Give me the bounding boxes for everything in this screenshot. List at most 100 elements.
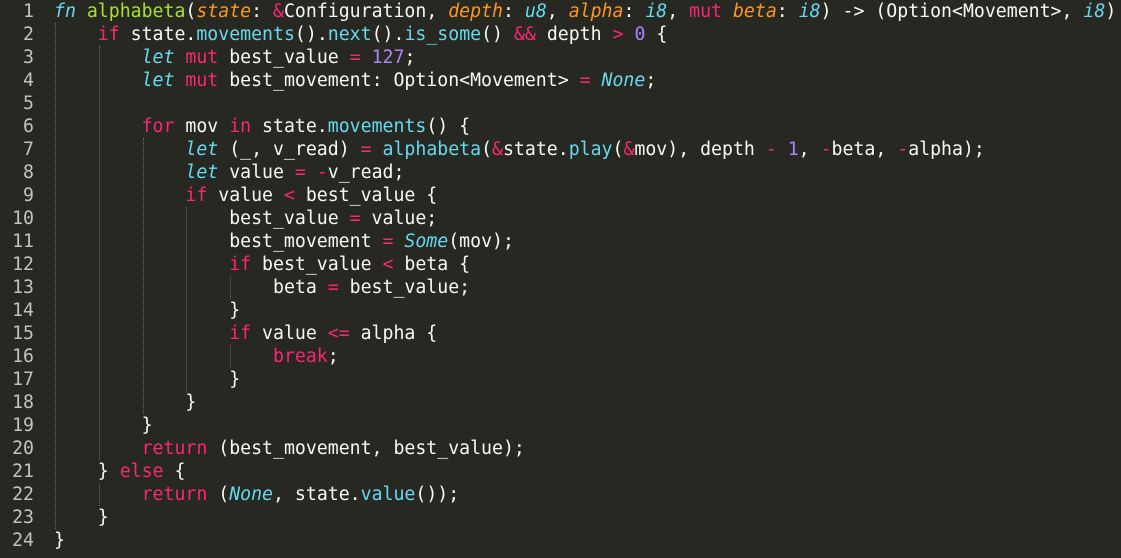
code-text: best_movement = Some(mov); [229, 230, 514, 253]
code-token: ( [207, 484, 230, 505]
code-text: let mut best_movement: Option<Movement> … [142, 69, 657, 92]
code-line[interactable]: 17} [0, 368, 1121, 391]
code-line[interactable]: 16 break; [0, 345, 1121, 368]
code-line[interactable]: 8 let value = -v_read; [0, 161, 1121, 184]
code-text: let mut best_value = 127; [142, 46, 416, 69]
code-line[interactable]: 21} else { [0, 460, 1121, 483]
code-token: } [97, 461, 120, 482]
code-text: return (best_movement, best_value); [142, 437, 525, 460]
code-token: let [141, 47, 175, 68]
code-text: } [142, 414, 153, 437]
indent-guide [98, 483, 100, 506]
code-token: () [481, 24, 514, 45]
code-token: best_movement: Option<Movement> [218, 70, 580, 91]
code-token: ( [185, 1, 197, 22]
line-number: 23 [12, 507, 34, 528]
code-line[interactable]: 10 best_value = value; [0, 207, 1121, 230]
indent-guide [186, 207, 188, 391]
code-token: best_value [229, 208, 350, 229]
code-token: ( [612, 139, 624, 160]
code-token: (mov); [448, 231, 514, 252]
code-token: mut [689, 1, 723, 22]
code-line[interactable]: 19} [0, 414, 1121, 437]
code-editor[interactable]: 1 fn alphabeta(state: &Configuration, dep… [0, 0, 1121, 558]
code-token: alpha [568, 1, 624, 22]
code-token: i8 [645, 1, 668, 22]
code-line[interactable]: 12 if best_value < beta { [0, 253, 1121, 276]
code-line[interactable]: 1 fn alphabeta(state: &Configuration, dep… [0, 0, 1121, 23]
code-line[interactable]: 6 for mov in state.movements() { [0, 115, 1121, 138]
code-line[interactable]: 20 return (best_movement, best_value); [0, 437, 1121, 460]
line-number: 20 [12, 438, 34, 459]
indent-guide [230, 345, 232, 368]
code-text: return (None, state.value()); [142, 483, 460, 506]
code-line[interactable]: 18} [0, 391, 1121, 414]
code-token: (). [371, 24, 405, 45]
code-token: next [327, 24, 372, 45]
code-token: (best_movement, best_value); [207, 438, 525, 459]
code-token: mut [185, 47, 219, 68]
code-line[interactable]: 22 return (None, state.value()); [0, 483, 1121, 506]
code-token: beta [273, 277, 328, 298]
code-line[interactable]: 23} [0, 506, 1121, 529]
code-token: < [283, 185, 295, 206]
code-token: 0 [634, 24, 646, 45]
code-token: , [667, 1, 690, 22]
line-number: 18 [12, 392, 34, 413]
code-token: for [141, 116, 175, 137]
code-line[interactable]: 13 beta = best_value; [0, 276, 1121, 299]
code-token: , [546, 1, 569, 22]
code-line[interactable]: 14} [0, 299, 1121, 322]
code-line[interactable]: 3 let mut best_value = 127; [0, 46, 1121, 69]
code-token: - [316, 162, 328, 183]
code-token: Some [404, 231, 449, 252]
code-token: return [141, 484, 208, 505]
code-line[interactable]: 4 let mut best_movement: Option<Movement>… [0, 69, 1121, 92]
code-token: mov [174, 116, 230, 137]
code-token: = [349, 208, 361, 229]
code-line[interactable]: 2 if state.movements().next().is_some() &… [0, 23, 1121, 46]
code-token: = [382, 231, 394, 252]
code-token: if [185, 185, 208, 206]
code-token: v_read; [327, 162, 405, 183]
code-token: best_value { [294, 185, 438, 206]
code-line[interactable]: 7 let (_, v_read) = alphabeta(&state.play… [0, 138, 1121, 161]
code-token: = [349, 47, 361, 68]
code-token: best_movement [229, 231, 383, 252]
code-token: } [229, 300, 241, 321]
indent-guide [98, 46, 100, 460]
code-token: state. [119, 24, 197, 45]
line-number: 9 [23, 185, 34, 206]
code-line[interactable]: 5 [0, 92, 1121, 115]
line-number: 10 [12, 208, 34, 229]
code-line[interactable]: 9 if value < best_value { [0, 184, 1121, 207]
code-line[interactable]: 11 best_movement = Some(mov); [0, 230, 1121, 253]
code-token: state [196, 1, 252, 22]
code-token: ; [404, 47, 416, 68]
code-token: state. [251, 116, 328, 137]
code-token: = [579, 70, 591, 91]
code-text: } [229, 368, 240, 391]
code-token: ()); [415, 484, 460, 505]
code-token: 1 [787, 139, 799, 160]
code-token: depth [448, 1, 503, 22]
code-token: movements [196, 24, 295, 45]
code-line[interactable]: 15 if value <= alpha { [0, 322, 1121, 345]
code-line[interactable]: 24} [0, 529, 1121, 552]
line-number: 6 [23, 116, 34, 137]
code-token: & [623, 139, 635, 160]
code-token: best_value [251, 254, 383, 275]
code-token: mut [185, 70, 219, 91]
code-token: value [218, 162, 295, 183]
code-text: best_value = value; [229, 207, 437, 230]
code-token: break [273, 346, 328, 367]
code-token: , [798, 139, 821, 160]
code-token: : [623, 1, 646, 22]
indent-guide [230, 276, 232, 299]
